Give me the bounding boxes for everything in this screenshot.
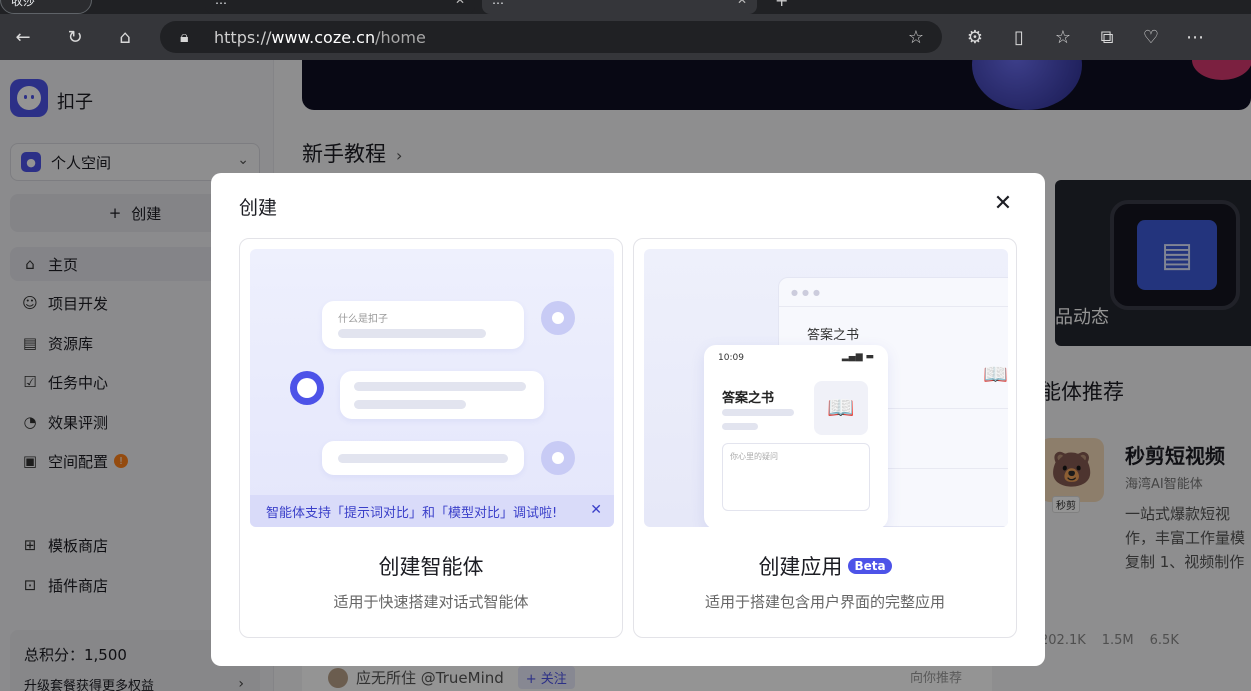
tab-label: … <box>492 0 504 7</box>
new-tab-button[interactable]: + <box>765 0 795 14</box>
book-icon: 📖 <box>983 362 1008 386</box>
beta-badge: Beta <box>848 558 892 574</box>
url-path: /home <box>375 27 426 47</box>
option-title: 创建智能体 <box>240 551 622 581</box>
tab-favorites[interactable]: 收莎 <box>0 0 92 14</box>
plus-icon: + <box>775 0 789 10</box>
text-placeholder <box>722 423 758 430</box>
chat-bubble <box>340 371 544 419</box>
browser-toolbar: ← ↻ ⌂ 🔒︎ https://www.coze.cn/home ☆ ⚙ ▯ … <box>0 14 1251 60</box>
window-title: 答案之书 <box>807 328 860 343</box>
lock-icon: 🔒︎ <box>180 27 189 46</box>
favorites-icon[interactable]: ☆ <box>1050 24 1076 50</box>
agent-illustration: 什么是扣子 智能体支持「提示词对比」和「模型对比」调试啦! ✕ <box>250 249 614 527</box>
tab-coze[interactable]: … ✕ <box>482 0 757 14</box>
reload-icon[interactable]: ↻ <box>62 24 88 50</box>
feature-notice: 智能体支持「提示词对比」和「模型对比」调试啦! ✕ <box>250 495 614 527</box>
url-prefix: https:// <box>214 27 272 47</box>
close-icon[interactable]: ✕ <box>590 502 602 518</box>
toolbar-actions: ⚙ ▯ ☆ ⧉ ♡ ⋯ <box>962 24 1208 50</box>
user-avatar-icon <box>541 441 575 475</box>
url-text: https://www.coze.cn/home <box>214 28 426 47</box>
screen: 收莎 … ✕ … ✕ + ← ↻ ⌂ 🔒︎ https://www.coze.cn/… <box>0 0 1251 691</box>
create-modal: 创建 ✕ 什么是扣子 智能体支持「提示词对比」和「模型对比」调试啦! ✕ 创建智… <box>211 173 1045 666</box>
tab-search[interactable]: … ✕ <box>205 0 475 14</box>
phone-mockup: 10:09 ▂▄▆ ▬ 答案之书 📖 你心里的疑问 <box>704 345 888 527</box>
notice-text: 智能体支持「提示词对比」和「模型对比」调试啦! <box>266 505 558 521</box>
more-icon[interactable]: ⋯ <box>1182 24 1208 50</box>
health-icon[interactable]: ♡ <box>1138 24 1164 50</box>
modal-title: 创建 <box>239 197 278 219</box>
url-host: www.coze.cn <box>271 27 376 47</box>
chat-bubble <box>322 301 524 349</box>
home-browser-icon[interactable]: ⌂ <box>112 24 138 50</box>
user-avatar-icon <box>541 301 575 335</box>
create-app-option[interactable]: ●●● 答案之书 📖 10:09 ▂▄▆ ▬ 答案之书 📖 你心里的疑问 创建应… <box>633 238 1017 638</box>
tab-close-icon[interactable]: ✕ <box>737 0 747 7</box>
text-placeholder <box>354 382 526 391</box>
phone-title: 答案之书 <box>722 391 775 406</box>
favorite-star-icon[interactable]: ☆ <box>908 27 924 48</box>
tab-label: … <box>215 0 227 7</box>
split-screen-icon[interactable]: ▯ <box>1006 24 1032 50</box>
collections-icon[interactable]: ⧉ <box>1094 24 1120 50</box>
text-placeholder <box>722 409 794 416</box>
book-icon: 📖 <box>814 381 868 435</box>
window-dots: ●●● <box>791 288 824 297</box>
bot-avatar-icon <box>290 371 324 405</box>
address-bar[interactable]: 🔒︎ https://www.coze.cn/home ☆ <box>160 21 942 53</box>
text-placeholder <box>338 454 508 463</box>
text-placeholder <box>338 329 486 338</box>
input-placeholder: 你心里的疑问 <box>730 452 778 461</box>
create-agent-option[interactable]: 什么是扣子 智能体支持「提示词对比」和「模型对比」调试啦! ✕ 创建智能体 适用… <box>239 238 623 638</box>
option-title: 创建应用 Beta <box>634 551 1016 581</box>
tab-close-icon[interactable]: ✕ <box>455 0 465 7</box>
back-icon[interactable]: ← <box>10 24 36 50</box>
bot-face <box>297 378 317 398</box>
tab-strip: 收莎 … ✕ … ✕ + <box>0 0 1251 14</box>
app-illustration: ●●● 答案之书 📖 10:09 ▂▄▆ ▬ 答案之书 📖 你心里的疑问 <box>644 249 1008 527</box>
divider <box>779 306 1008 307</box>
close-icon[interactable]: ✕ <box>991 191 1015 216</box>
text-placeholder <box>354 400 466 409</box>
option-title-text: 创建应用 <box>758 555 843 579</box>
tab-label: 收莎 <box>11 0 36 8</box>
signal-icon: ▂▄▆ ▬ <box>841 352 874 362</box>
option-subtitle: 适用于快速搭建对话式智能体 <box>333 593 529 611</box>
phone-time: 10:09 <box>718 353 744 363</box>
question-text: 什么是扣子 <box>338 314 388 325</box>
option-title-text: 创建智能体 <box>378 555 484 579</box>
option-subtitle: 适用于搭建包含用户界面的完整应用 <box>704 593 945 611</box>
extensions-icon[interactable]: ⚙ <box>962 24 988 50</box>
